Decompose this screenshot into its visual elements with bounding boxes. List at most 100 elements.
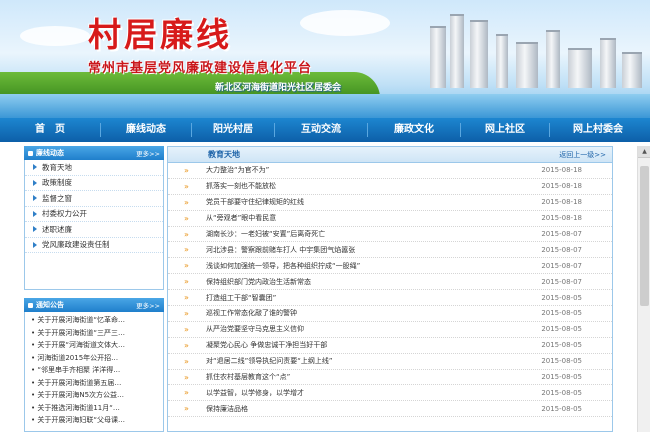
page-scrollbar[interactable]: ▲ bbox=[637, 146, 650, 432]
article-row[interactable]: » 打造组工干部“智囊团” 2015-08-05 bbox=[168, 290, 612, 307]
notice-item[interactable]: • 关于开展河海街道“忆革命… bbox=[25, 314, 163, 327]
left-sidebar: 廉线动态 更多>> 教育天地 政策制度 监督之窗 村委权力公开 述职述廉 党风廉… bbox=[24, 146, 164, 432]
nav-item-committee[interactable]: 网上村委会 bbox=[550, 118, 646, 142]
notice-item[interactable]: • 关于开展河海妇联“父母课… bbox=[25, 414, 163, 427]
triangle-right-icon bbox=[33, 226, 37, 233]
notice-item[interactable]: • 关于推选河海街道11月“… bbox=[25, 402, 163, 415]
article-title[interactable]: 河北涉县：警察跟前赌车打人 中宇集团气焰嚣张 bbox=[206, 245, 541, 255]
article-row[interactable]: » 浅谈如何加强统一领导，把各种组织拧成“一股绳” 2015-08-07 bbox=[168, 258, 612, 275]
article-row[interactable]: » 凝聚党心民心 争做忠诚干净担当好干部 2015-08-05 bbox=[168, 338, 612, 354]
notice-more-link[interactable]: 更多>> bbox=[136, 300, 160, 310]
double-arrow-icon: » bbox=[184, 213, 189, 223]
article-title[interactable]: 以学益智，以学修身，以学增才 bbox=[206, 388, 541, 398]
article-title[interactable]: 对“退居二线”领导执纪问责要“上纲上线” bbox=[206, 356, 541, 366]
main-nav: 首 页 廉线动态 阳光村居 互动交流 廉政文化 网上社区 网上村委会 bbox=[0, 118, 650, 142]
category-item[interactable]: 述职述廉 bbox=[25, 222, 163, 238]
nav-item-community[interactable]: 网上社区 bbox=[461, 118, 549, 142]
category-item[interactable]: 党风廉政建设责任制 bbox=[25, 238, 163, 253]
city-skyline-image bbox=[320, 8, 650, 88]
article-title[interactable]: 巡视工作常态化敲了谁的警钟 bbox=[206, 308, 541, 318]
scroll-thumb[interactable] bbox=[640, 166, 649, 306]
article-row[interactable]: » 抓住农村基层教育这个“点” 2015-08-05 bbox=[168, 370, 612, 386]
sidebar-header: 廉线动态 更多>> bbox=[24, 146, 164, 160]
double-arrow-icon: » bbox=[184, 404, 189, 414]
article-date: 2015-08-18 bbox=[541, 198, 582, 207]
article-row[interactable]: » 抓落实一刻也不能放松 2015-08-18 bbox=[168, 179, 612, 195]
category-label: 述职述廉 bbox=[42, 224, 72, 234]
double-arrow-icon: » bbox=[184, 165, 189, 175]
site-organization: 新北区河海街道阳光社区居委会 bbox=[215, 83, 342, 93]
double-arrow-icon: » bbox=[184, 277, 189, 287]
article-row[interactable]: » 保持组织部门党内政治生活新常态 2015-08-07 bbox=[168, 274, 612, 291]
article-date: 2015-08-05 bbox=[541, 309, 582, 318]
nav-item-village[interactable]: 阳光村居 bbox=[192, 118, 274, 142]
double-arrow-icon: » bbox=[184, 324, 189, 334]
article-date: 2015-08-05 bbox=[541, 341, 582, 350]
article-row[interactable]: » 对“退居二线”领导执纪问责要“上纲上线” 2015-08-05 bbox=[168, 354, 612, 370]
article-row[interactable]: » 保持廉洁品格 2015-08-05 bbox=[168, 401, 612, 418]
article-title[interactable]: 保持组织部门党内政治生活新常态 bbox=[206, 277, 541, 287]
article-title[interactable]: 浅谈如何加强统一领导，把各种组织拧成“一股绳” bbox=[206, 261, 541, 271]
article-row[interactable]: » 党员干部要守住纪律规矩的红线 2015-08-18 bbox=[168, 195, 612, 211]
article-row[interactable]: » 河北涉县：警察跟前赌车打人 中宇集团气焰嚣张 2015-08-07 bbox=[168, 242, 612, 259]
nav-item-culture[interactable]: 廉政文化 bbox=[368, 118, 460, 142]
square-bullet-icon bbox=[28, 150, 33, 156]
site-subtitle: 常州市基层党风廉政建设信息化平台 bbox=[88, 61, 313, 76]
double-arrow-icon: » bbox=[184, 181, 189, 191]
category-list: 教育天地 政策制度 监督之窗 村委权力公开 述职述廉 党风廉政建设责任制 bbox=[24, 160, 164, 290]
article-row[interactable]: » 从“旁观者”眼中看民意 2015-08-18 bbox=[168, 211, 612, 227]
river-decoration bbox=[0, 94, 650, 118]
notice-item[interactable]: • 关于开展“河海街道文体大… bbox=[25, 339, 163, 352]
nav-item-home[interactable]: 首 页 bbox=[0, 118, 100, 142]
triangle-right-icon bbox=[33, 210, 37, 217]
article-title[interactable]: 保持廉洁品格 bbox=[206, 404, 541, 414]
nav-item-interaction[interactable]: 互动交流 bbox=[275, 118, 367, 142]
article-title[interactable]: 打造组工干部“智囊团” bbox=[206, 293, 541, 303]
notice-header: 通知公告 更多>> bbox=[24, 298, 164, 312]
article-title[interactable]: 大力整治“为官不为” bbox=[206, 165, 541, 175]
notice-item[interactable]: • 关于开展河海街道“三严三… bbox=[25, 327, 163, 340]
notice-item[interactable]: • “邻里串手齐相聚 洋洋得… bbox=[25, 364, 163, 377]
article-row[interactable]: » 巡视工作常态化敲了谁的警钟 2015-08-05 bbox=[168, 306, 612, 322]
article-title[interactable]: 从严治党要坚守马克思主义信仰 bbox=[206, 324, 541, 334]
category-item[interactable]: 政策制度 bbox=[25, 176, 163, 191]
section-title: 教育天地 bbox=[208, 150, 240, 159]
article-list: » 大力整治“为官不为” 2015-08-18» 抓落实一刻也不能放松 2015-08-… bbox=[168, 163, 612, 418]
double-arrow-icon: » bbox=[184, 356, 189, 366]
notice-item[interactable]: • 河海街道2015年公开招… bbox=[25, 352, 163, 365]
scroll-up-icon[interactable]: ▲ bbox=[638, 146, 650, 158]
article-title[interactable]: 从“旁观者”眼中看民意 bbox=[206, 213, 541, 223]
notice-item[interactable]: • 关于开展河海N5次方公益… bbox=[25, 389, 163, 402]
sidebar-more-link[interactable]: 更多>> bbox=[136, 148, 160, 158]
article-date: 2015-08-05 bbox=[541, 325, 582, 334]
nav-item-news[interactable]: 廉线动态 bbox=[101, 118, 191, 142]
article-list-panel: 教育天地 返回上一级>> » 大力整治“为官不为” 2015-08-18 » 抓落实一刻… bbox=[167, 146, 613, 432]
article-row[interactable]: » 大力整治“为官不为” 2015-08-18 bbox=[168, 163, 612, 179]
article-date: 2015-08-07 bbox=[541, 261, 582, 270]
category-label: 政策制度 bbox=[42, 178, 72, 188]
triangle-right-icon bbox=[33, 195, 37, 202]
article-title[interactable]: 抓落实一刻也不能放松 bbox=[206, 181, 541, 191]
double-arrow-icon: » bbox=[184, 372, 189, 382]
article-title[interactable]: 湖南长沙：一老妇被“安置”后离奇死亡 bbox=[206, 229, 541, 239]
article-title[interactable]: 抓住农村基层教育这个“点” bbox=[206, 372, 541, 382]
double-arrow-icon: » bbox=[184, 340, 189, 350]
article-date: 2015-08-05 bbox=[541, 357, 582, 366]
double-arrow-icon: » bbox=[184, 245, 189, 255]
article-date: 2015-08-07 bbox=[541, 230, 582, 238]
category-item[interactable]: 监督之窗 bbox=[25, 191, 163, 207]
double-arrow-icon: » bbox=[184, 388, 189, 398]
article-row[interactable]: » 湖南长沙：一老妇被“安置”后离奇死亡 2015-08-07 bbox=[168, 227, 612, 243]
article-row[interactable]: » 从严治党要坚守马克思主义信仰 2015-08-05 bbox=[168, 322, 612, 338]
notice-item[interactable]: • 关于开展河海街道第五届… bbox=[25, 377, 163, 390]
category-item[interactable]: 教育天地 bbox=[25, 160, 163, 176]
cloud-decoration bbox=[20, 26, 90, 46]
back-link[interactable]: 返回上一级>> bbox=[559, 150, 606, 160]
article-title[interactable]: 凝聚党心民心 争做忠诚干净担当好干部 bbox=[206, 340, 541, 350]
category-label: 监督之窗 bbox=[42, 193, 72, 203]
article-date: 2015-08-18 bbox=[541, 214, 582, 223]
article-row[interactable]: » 以学益智，以学修身，以学增才 2015-08-05 bbox=[168, 385, 612, 402]
article-title[interactable]: 党员干部要守住纪律规矩的红线 bbox=[206, 197, 541, 207]
article-date: 2015-08-05 bbox=[541, 404, 582, 413]
category-item[interactable]: 村委权力公开 bbox=[25, 207, 163, 222]
